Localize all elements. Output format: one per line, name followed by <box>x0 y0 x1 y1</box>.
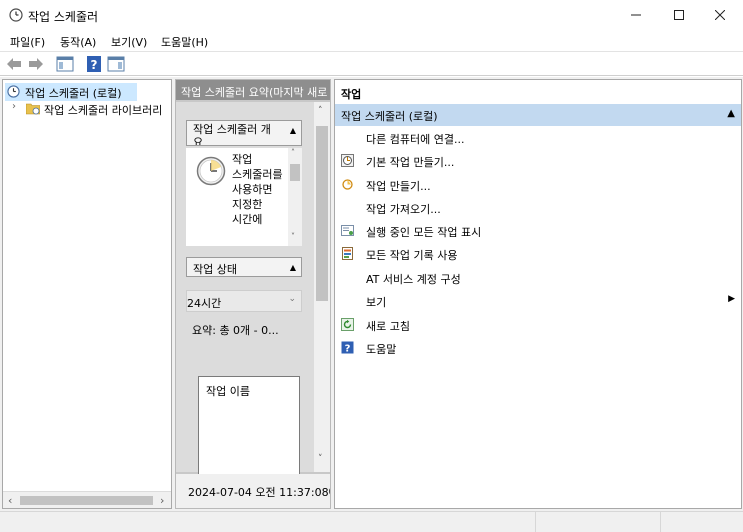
menu-bar: 파일(F) 동작(A) 보기(V) 도움말(H) <box>0 30 743 52</box>
menu-action[interactable]: 동작(A) <box>60 34 96 50</box>
last-refreshed-timestamp: 2024-07-04 오전 11:37:08에 새로 고침 <box>188 486 330 499</box>
scrollbar-thumb[interactable] <box>290 164 300 181</box>
task-summary: 요약: 총 0개 - 0... <box>192 324 279 337</box>
minimize-icon <box>631 14 641 15</box>
refresh-icon <box>341 318 354 331</box>
dropdown-value: 24시간 <box>187 297 222 310</box>
scroll-down-icon[interactable]: ˅ <box>291 232 295 241</box>
section-title: 작업 스케줄러 개요 <box>193 123 271 146</box>
menu-help[interactable]: 도움말(H) <box>161 34 208 50</box>
action-create-task[interactable]: 작업 만들기... <box>335 174 741 196</box>
running-tasks-icon <box>341 225 354 236</box>
back-arrow-icon[interactable] <box>5 55 23 73</box>
console-tree: 작업 스케줄러 (로컬) › 작업 스케줄러 라이브러리 ‹ › <box>2 79 172 509</box>
scroll-left-icon[interactable]: ‹ <box>8 494 12 507</box>
summary-pane-body: 작업 스케줄러 개요 ▲ 작업 스케줄러를 사용하면 지정한 시간에 ˄ ˅ 작… <box>176 102 314 476</box>
actions-group-task-scheduler-local[interactable]: 작업 스케줄러 (로컬) ▲ <box>335 104 741 126</box>
status-segment <box>660 512 743 532</box>
action-help[interactable]: ? 도움말 <box>335 337 741 359</box>
tree-item-task-scheduler-library[interactable]: › 작업 스케줄러 라이브러리 <box>3 100 171 118</box>
action-label: 기본 작업 만들기... <box>366 156 455 169</box>
section-title: 작업 상태 <box>193 263 237 276</box>
summary-vertical-scrollbar[interactable]: ˄ ˅ <box>314 102 330 472</box>
clock-large-icon <box>196 156 226 186</box>
actions-group-label: 작업 스케줄러 (로컬) <box>341 110 438 123</box>
toolbar: ? <box>0 52 743 76</box>
scroll-down-icon[interactable]: ˅ <box>318 454 323 464</box>
action-refresh[interactable]: 새로 고침 <box>335 314 741 336</box>
overview-content: 작업 스케줄러를 사용하면 지정한 시간에 ˄ ˅ <box>186 148 302 246</box>
action-label: 작업 가져오기... <box>366 203 441 216</box>
tree-item-label: 작업 스케줄러 라이브러리 <box>44 104 163 117</box>
action-label: 보기 <box>366 296 387 309</box>
chevron-right-icon[interactable]: › <box>12 101 16 112</box>
time-range-dropdown[interactable]: 24시간 ⌄ <box>186 290 302 312</box>
create-task-icon <box>342 179 353 190</box>
collapse-up-icon[interactable]: ▲ <box>727 108 735 119</box>
clock-icon <box>7 85 20 98</box>
menu-view[interactable]: 보기(V) <box>111 34 147 50</box>
task-status-section-header[interactable]: 작업 상태 ▲ <box>186 257 302 277</box>
forward-arrow-icon[interactable] <box>27 55 45 73</box>
status-segment <box>535 512 660 532</box>
summary-pane: 작업 스케줄러 요약(마지막 새로 고침 작업 스케줄러 개요 ▲ 작업 스케줄… <box>175 79 331 509</box>
task-history-icon <box>342 247 353 260</box>
scrollbar-thumb[interactable] <box>316 126 328 301</box>
action-configure-at-service-account[interactable]: AT 서비스 계정 구성 <box>335 267 741 289</box>
scrollbar-thumb[interactable] <box>20 496 153 505</box>
overview-text: 작업 스케줄러를 사용하면 지정한 시간에 <box>232 153 283 226</box>
maximize-icon <box>674 9 684 20</box>
summary-footer: 2024-07-04 오전 11:37:08에 새로 고침 <box>176 474 330 508</box>
collapse-up-icon[interactable]: ▲ <box>290 126 296 135</box>
submenu-arrow-icon: ▶ <box>728 294 735 304</box>
action-label: 작업 만들기... <box>366 180 431 193</box>
help-icon: ? <box>341 341 354 354</box>
action-connect-another-computer[interactable]: 다른 컴퓨터에 연결... <box>335 127 741 149</box>
close-icon <box>714 9 726 20</box>
maximize-button[interactable] <box>656 0 702 30</box>
action-enable-task-history[interactable]: 모든 작업 기록 사용 <box>335 243 741 265</box>
tree-item-task-scheduler-local[interactable]: 작업 스케줄러 (로컬) <box>5 83 137 101</box>
scroll-up-icon[interactable]: ˄ <box>291 148 295 157</box>
show-hide-console-tree-icon[interactable] <box>56 55 74 73</box>
minimize-button[interactable] <box>613 0 659 30</box>
action-label: 도움말 <box>366 343 397 356</box>
scroll-up-icon[interactable]: ˄ <box>318 106 323 116</box>
tree-horizontal-scrollbar[interactable]: ‹ › <box>3 491 171 508</box>
overview-scrollbar[interactable]: ˄ ˅ <box>288 148 302 246</box>
overview-section-header[interactable]: 작업 스케줄러 개요 ▲ <box>186 120 302 146</box>
action-view[interactable]: 보기 ▶ <box>335 290 741 312</box>
chevron-down-icon: ⌄ <box>288 294 296 304</box>
svg-text:?: ? <box>345 344 351 355</box>
action-label: 새로 고침 <box>366 320 410 333</box>
show-hide-action-pane-icon[interactable] <box>107 55 125 73</box>
action-label: 모든 작업 기록 사용 <box>366 249 458 262</box>
action-create-basic-task[interactable]: 기본 작업 만들기... <box>335 150 741 172</box>
actions-pane: 작업 작업 스케줄러 (로컬) ▲ 다른 컴퓨터에 연결... 기본 작업 만들… <box>334 79 742 509</box>
action-label: 다른 컴퓨터에 연결... <box>366 133 465 146</box>
help-icon[interactable]: ? <box>85 55 103 73</box>
collapse-up-icon[interactable]: ▲ <box>290 263 296 272</box>
task-scheduler-clock-icon <box>9 8 23 22</box>
action-display-running-tasks[interactable]: 실행 중인 모든 작업 표시 <box>335 220 741 242</box>
summary-pane-header: 작업 스케줄러 요약(마지막 새로 고침 <box>176 80 330 100</box>
action-import-task[interactable]: 작업 가져오기... <box>335 197 741 219</box>
window-title: 작업 스케줄러 <box>28 10 99 24</box>
create-basic-task-icon <box>341 154 354 167</box>
actions-pane-title: 작업 <box>341 88 362 101</box>
action-label: 실행 중인 모든 작업 표시 <box>366 226 482 239</box>
status-bar <box>0 511 743 532</box>
folder-icon <box>26 103 40 115</box>
scroll-right-icon[interactable]: › <box>160 494 164 507</box>
svg-text:?: ? <box>91 58 98 72</box>
task-name-list[interactable]: 작업 이름 <box>198 376 300 476</box>
close-button[interactable] <box>697 0 743 30</box>
column-header-task-name: 작업 이름 <box>206 385 250 398</box>
menu-file[interactable]: 파일(F) <box>10 34 45 50</box>
title-bar: 작업 스케줄러 <box>0 0 743 30</box>
tree-item-label: 작업 스케줄러 (로컬) <box>25 87 122 100</box>
action-label: AT 서비스 계정 구성 <box>366 273 461 286</box>
main-area: 작업 스케줄러 (로컬) › 작업 스케줄러 라이브러리 ‹ › 작업 스케줄러… <box>0 77 743 511</box>
